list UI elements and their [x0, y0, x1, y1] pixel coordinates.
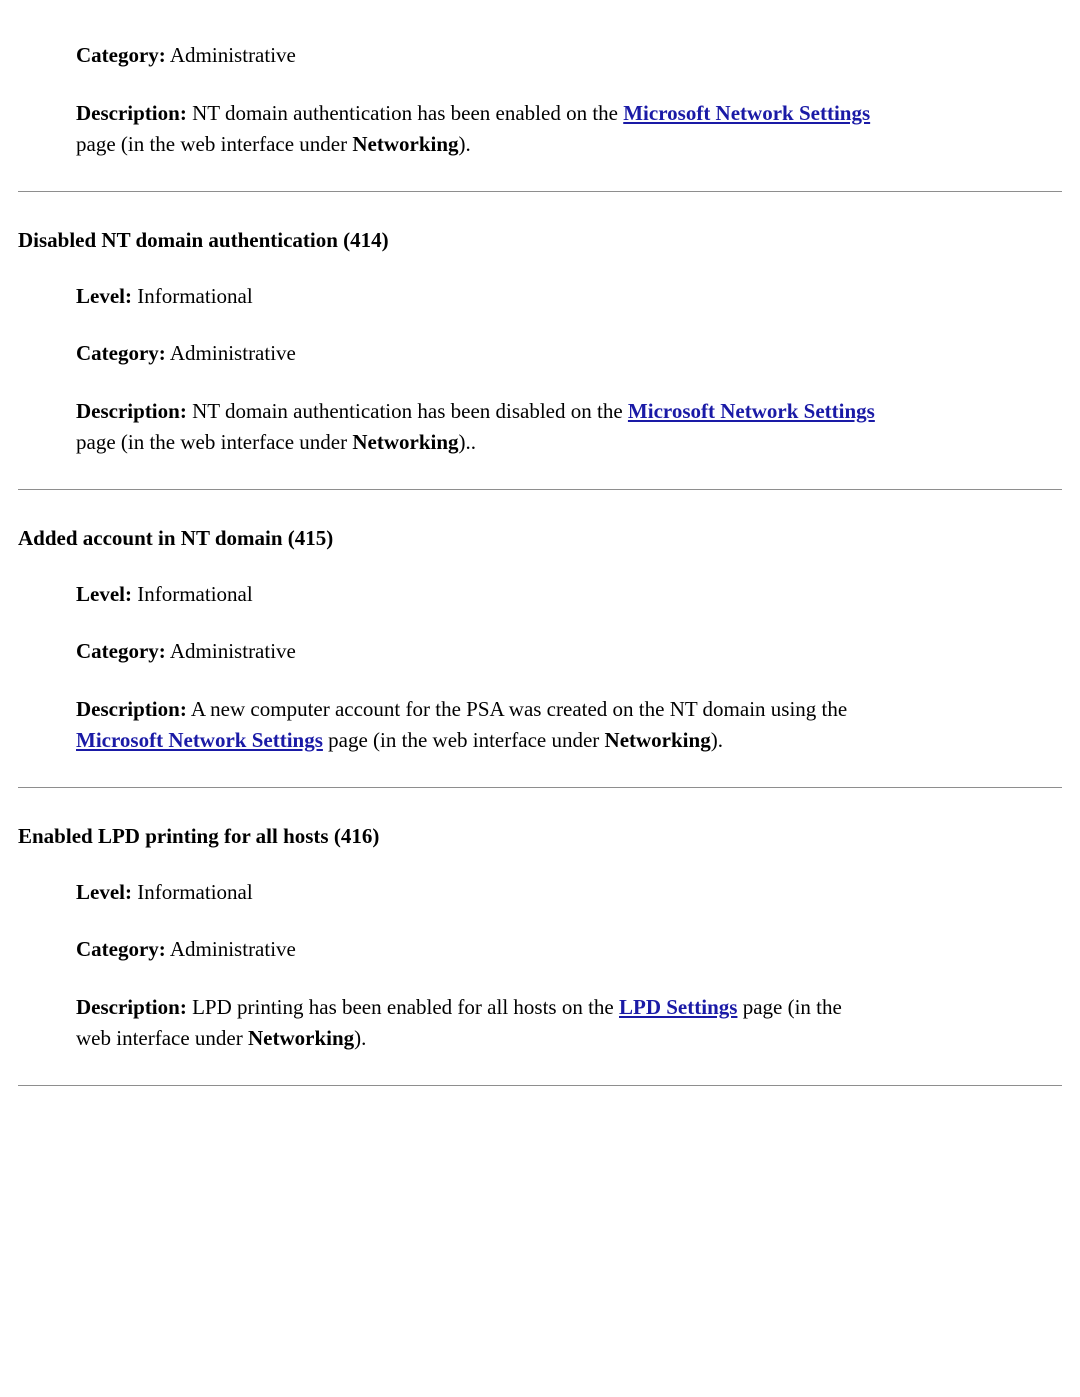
category-label: Category:	[76, 43, 166, 67]
description-label: Description:	[76, 995, 187, 1019]
level-value: Informational	[137, 582, 252, 606]
level-label: Level:	[76, 284, 132, 308]
description-row: Description: LPD printing has been enabl…	[76, 992, 882, 1055]
description-label: Description:	[76, 399, 187, 423]
description-label: Description:	[76, 101, 187, 125]
description-mid: page (in the web interface under	[76, 132, 352, 156]
category-label: Category:	[76, 937, 166, 961]
networking-term: Networking	[605, 728, 711, 752]
level-value: Informational	[137, 284, 252, 308]
description-post: ).	[354, 1026, 366, 1050]
category-row: Category: Administrative	[76, 934, 882, 966]
description-row: Description: NT domain authentication ha…	[76, 396, 882, 459]
description-mid: page (in the web interface under	[76, 430, 352, 454]
category-row: Category: Administrative	[76, 338, 882, 370]
networking-term: Networking	[352, 132, 458, 156]
category-value: Administrative	[170, 341, 296, 365]
description-pre: A new computer account for the PSA was c…	[191, 697, 847, 721]
event-section-416: Enabled LPD printing for all hosts (416)…	[18, 824, 1062, 1055]
level-label: Level:	[76, 880, 132, 904]
event-heading: Added account in NT domain (415)	[18, 526, 1062, 551]
separator	[18, 1085, 1062, 1086]
event-section-415: Added account in NT domain (415) Level: …	[18, 526, 1062, 757]
event-heading: Disabled NT domain authentication (414)	[18, 228, 1062, 253]
separator	[18, 489, 1062, 490]
level-label: Level:	[76, 582, 132, 606]
category-label: Category:	[76, 341, 166, 365]
separator	[18, 787, 1062, 788]
description-pre: NT domain authentication has been disabl…	[192, 399, 628, 423]
category-row: Category: Administrative	[76, 40, 882, 72]
category-value: Administrative	[170, 937, 296, 961]
ms-network-settings-link[interactable]: Microsoft Network Settings	[628, 399, 875, 423]
description-row: Description: NT domain authentication ha…	[76, 98, 882, 161]
category-value: Administrative	[170, 639, 296, 663]
description-mid: page (in the web interface under	[323, 728, 605, 752]
separator	[18, 191, 1062, 192]
networking-term: Networking	[248, 1026, 354, 1050]
ms-network-settings-link[interactable]: Microsoft Network Settings	[623, 101, 870, 125]
description-row: Description: A new computer account for …	[76, 694, 882, 757]
description-pre: NT domain authentication has been enable…	[192, 101, 623, 125]
lpd-settings-link[interactable]: LPD Settings	[619, 995, 737, 1019]
description-post: ).	[459, 132, 471, 156]
description-label: Description:	[76, 697, 187, 721]
category-value: Administrative	[170, 43, 296, 67]
description-pre: LPD printing has been enabled for all ho…	[192, 995, 619, 1019]
event-section-partial: Category: Administrative Description: NT…	[18, 0, 1062, 161]
category-label: Category:	[76, 639, 166, 663]
description-post: )..	[459, 430, 477, 454]
description-post: ).	[711, 728, 723, 752]
level-value: Informational	[137, 880, 252, 904]
event-heading: Enabled LPD printing for all hosts (416)	[18, 824, 1062, 849]
ms-network-settings-link[interactable]: Microsoft Network Settings	[76, 728, 323, 752]
level-row: Level: Informational	[76, 281, 882, 313]
category-row: Category: Administrative	[76, 636, 882, 668]
event-section-414: Disabled NT domain authentication (414) …	[18, 228, 1062, 459]
level-row: Level: Informational	[76, 579, 882, 611]
level-row: Level: Informational	[76, 877, 882, 909]
networking-term: Networking	[352, 430, 458, 454]
